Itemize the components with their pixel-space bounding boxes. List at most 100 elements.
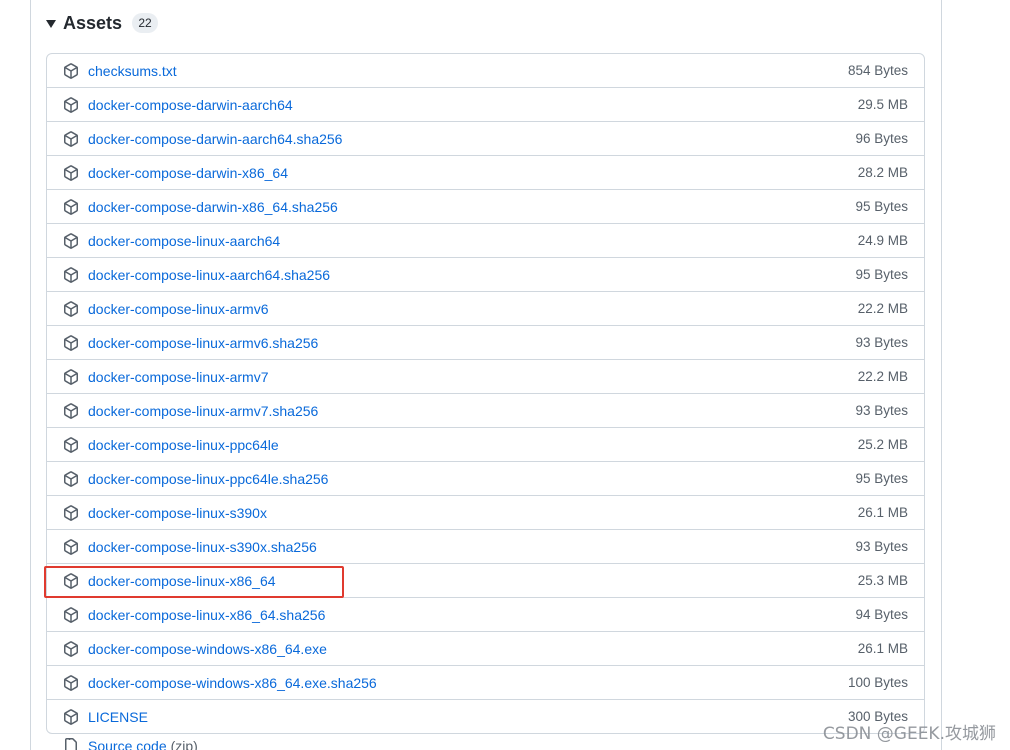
asset-name-cell: checksums.txt [63, 63, 177, 79]
asset-row: docker-compose-darwin-x86_64 28.2 MB [47, 155, 924, 189]
asset-list: checksums.txt 854 Bytes docker-compose-dar… [46, 53, 925, 734]
asset-download-link[interactable]: docker-compose-linux-armv6.sha256 [88, 335, 318, 351]
asset-download-link[interactable]: docker-compose-darwin-x86_64 [88, 165, 288, 181]
package-icon [63, 606, 79, 623]
asset-name-cell: docker-compose-windows-x86_64.exe [63, 641, 327, 657]
asset-name-cell: docker-compose-linux-armv7.sha256 [63, 403, 318, 419]
asset-row: docker-compose-darwin-aarch64 29.5 MB [47, 87, 924, 121]
asset-download-link[interactable]: docker-compose-linux-armv6 [88, 301, 269, 317]
asset-row: docker-compose-darwin-x86_64.sha256 95 By… [47, 189, 924, 223]
asset-size: 26.1 MB [857, 641, 908, 656]
asset-row: docker-compose-linux-s390x.sha256 93 Byte… [47, 529, 924, 563]
asset-row: checksums.txt 854 Bytes [47, 54, 924, 87]
asset-size: 95 Bytes [855, 267, 908, 282]
asset-row: docker-compose-linux-armv7 22.2 MB [47, 359, 924, 393]
package-icon [63, 232, 79, 249]
asset-size: 95 Bytes [855, 199, 908, 214]
asset-download-link[interactable]: LICENSE [88, 709, 148, 725]
package-icon [63, 266, 79, 283]
asset-size: 854 Bytes [847, 63, 908, 78]
asset-size: 93 Bytes [855, 403, 908, 418]
asset-size: 22.2 MB [857, 369, 908, 384]
package-icon [63, 198, 79, 215]
asset-row: LICENSE 300 Bytes [47, 699, 924, 733]
package-icon [63, 504, 79, 521]
package-icon [63, 470, 79, 487]
asset-name-cell: docker-compose-linux-ppc64le.sha256 [63, 471, 328, 487]
asset-download-link[interactable]: docker-compose-linux-armv7 [88, 369, 269, 385]
package-icon [63, 640, 79, 657]
asset-row: docker-compose-linux-armv6.sha256 93 Byte… [47, 325, 924, 359]
package-icon [63, 130, 79, 147]
asset-name-cell: docker-compose-linux-aarch64 [63, 233, 280, 249]
asset-download-link[interactable]: docker-compose-linux-x86_64.sha256 [88, 607, 325, 623]
asset-name-cell: docker-compose-darwin-x86_64.sha256 [63, 199, 338, 215]
asset-name-cell: docker-compose-darwin-x86_64 [63, 165, 288, 181]
asset-download-link[interactable]: docker-compose-darwin-x86_64.sha256 [88, 199, 338, 215]
asset-download-link[interactable]: docker-compose-darwin-aarch64.sha256 [88, 131, 342, 147]
asset-row: docker-compose-linux-x86_64 25.3 MB [47, 563, 924, 597]
asset-size: 28.2 MB [857, 165, 908, 180]
asset-row: docker-compose-linux-aarch64.sha256 95 By… [47, 257, 924, 291]
asset-size: 26.1 MB [857, 505, 908, 520]
asset-name-cell: docker-compose-darwin-aarch64.sha256 [63, 131, 342, 147]
asset-download-link[interactable]: docker-compose-windows-x86_64.exe [88, 641, 327, 657]
asset-download-link[interactable]: docker-compose-linux-x86_64 [88, 573, 276, 589]
assets-count-badge: 22 [132, 13, 159, 33]
asset-download-link[interactable]: docker-compose-linux-ppc64le [88, 437, 279, 453]
source-code-link[interactable]: Source code [88, 738, 167, 750]
asset-size: 93 Bytes [855, 539, 908, 554]
source-code-format: (zip) [170, 738, 198, 750]
asset-name-cell: docker-compose-linux-armv7 [63, 369, 269, 385]
package-icon [63, 96, 79, 113]
asset-download-link[interactable]: docker-compose-linux-aarch64.sha256 [88, 267, 330, 283]
source-code-row[interactable]: Source code (zip) [63, 738, 198, 750]
asset-download-link[interactable]: checksums.txt [88, 63, 177, 79]
asset-size: 29.5 MB [857, 97, 908, 112]
asset-row: docker-compose-windows-x86_64.exe.sha256… [47, 665, 924, 699]
asset-download-link[interactable]: docker-compose-linux-s390x.sha256 [88, 539, 317, 555]
asset-name-cell: docker-compose-linux-armv6 [63, 301, 269, 317]
asset-size: 93 Bytes [855, 335, 908, 350]
asset-name-cell: docker-compose-windows-x86_64.exe.sha256 [63, 675, 377, 691]
package-icon [63, 402, 79, 419]
asset-row: docker-compose-windows-x86_64.exe 26.1 MB [47, 631, 924, 665]
asset-download-link[interactable]: docker-compose-darwin-aarch64 [88, 97, 293, 113]
package-icon [63, 334, 79, 351]
asset-download-link[interactable]: docker-compose-linux-s390x [88, 505, 267, 521]
asset-row: docker-compose-linux-ppc64le 25.2 MB [47, 427, 924, 461]
asset-name-cell: docker-compose-linux-armv6.sha256 [63, 335, 318, 351]
asset-size: 94 Bytes [855, 607, 908, 622]
asset-row: docker-compose-linux-armv6 22.2 MB [47, 291, 924, 325]
asset-name-cell: docker-compose-darwin-aarch64 [63, 97, 293, 113]
asset-download-link[interactable]: docker-compose-linux-ppc64le.sha256 [88, 471, 328, 487]
package-icon [63, 164, 79, 181]
asset-row: docker-compose-linux-x86_64.sha256 94 Byt… [47, 597, 924, 631]
asset-row: docker-compose-linux-armv7.sha256 93 Byte… [47, 393, 924, 427]
package-icon [63, 572, 79, 589]
caret-down-icon [46, 19, 56, 28]
asset-row: docker-compose-linux-s390x 26.1 MB [47, 495, 924, 529]
package-icon [63, 674, 79, 691]
asset-download-link[interactable]: docker-compose-linux-aarch64 [88, 233, 280, 249]
asset-name-cell: docker-compose-linux-ppc64le [63, 437, 279, 453]
asset-download-link[interactable]: docker-compose-linux-armv7.sha256 [88, 403, 318, 419]
asset-name-cell: docker-compose-linux-x86_64.sha256 [63, 607, 325, 623]
package-icon [63, 368, 79, 385]
asset-size: 25.2 MB [857, 437, 908, 452]
asset-name-cell: docker-compose-linux-x86_64 [63, 573, 276, 589]
asset-size: 25.3 MB [857, 573, 908, 588]
asset-download-link[interactable]: docker-compose-windows-x86_64.exe.sha256 [88, 675, 377, 691]
asset-name-cell: docker-compose-linux-aarch64.sha256 [63, 267, 330, 283]
asset-name-cell: docker-compose-linux-s390x [63, 505, 267, 521]
asset-name-cell: docker-compose-linux-s390x.sha256 [63, 539, 317, 555]
asset-name-cell: LICENSE [63, 709, 148, 725]
assets-toggle[interactable]: Assets 22 [46, 8, 159, 38]
asset-size: 96 Bytes [855, 131, 908, 146]
package-icon [63, 708, 79, 725]
asset-size: 95 Bytes [855, 471, 908, 486]
file-zip-icon [63, 738, 79, 750]
assets-title: Assets [63, 12, 123, 33]
asset-row: docker-compose-darwin-aarch64.sha256 96 B… [47, 121, 924, 155]
asset-size: 22.2 MB [857, 301, 908, 316]
